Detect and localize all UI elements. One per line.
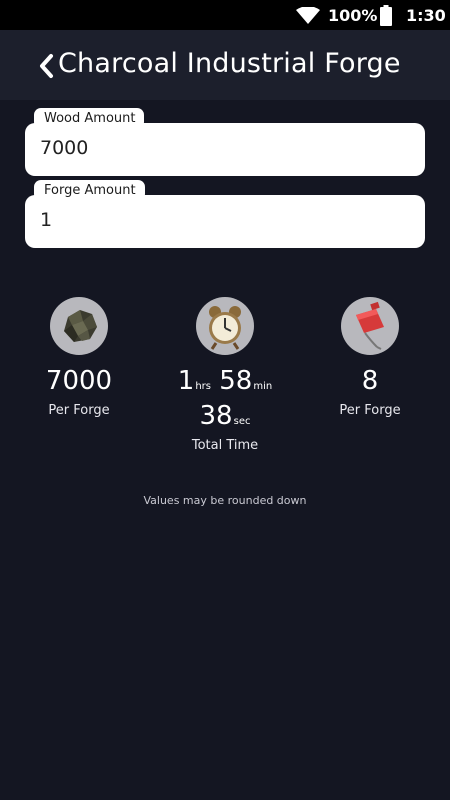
forge-amount-field[interactable]: Forge Amount — [25, 180, 425, 248]
charcoal-value: 7000 — [45, 366, 113, 396]
rounding-footnote: Values may be rounded down — [143, 494, 307, 507]
forge-amount-input[interactable] — [40, 209, 400, 231]
page-title: Charcoal Industrial Forge — [58, 48, 401, 79]
time-minutes-unit: min — [253, 381, 273, 392]
alarm-clock-icon — [196, 297, 254, 355]
forge-amount-label: Forge Amount — [34, 180, 145, 201]
fuel-result: 8 Per Forge — [300, 297, 440, 418]
status-clock: 1:30 — [406, 6, 446, 25]
fuel-can-icon — [341, 297, 399, 355]
wood-amount-input[interactable] — [40, 137, 400, 159]
battery-icon — [380, 5, 392, 30]
status-bar: 100% 1:30 — [0, 0, 450, 30]
time-hours-unit: hrs — [195, 381, 211, 392]
time-seconds-line: 38sec — [155, 399, 295, 433]
fuel-value: 8 — [361, 366, 379, 396]
wood-amount-label: Wood Amount — [34, 108, 145, 129]
fuel-caption: Per Forge — [339, 403, 401, 418]
charcoal-caption: Per Forge — [48, 403, 110, 418]
battery-percent: 100% — [328, 6, 378, 25]
wifi-icon — [296, 6, 320, 28]
time-seconds: 38 — [199, 401, 233, 431]
time-seconds-unit: sec — [233, 416, 251, 427]
back-arrow-icon[interactable] — [36, 52, 58, 80]
app-bar: Charcoal Industrial Forge — [0, 30, 450, 100]
charcoal-icon — [50, 297, 108, 355]
wood-amount-field[interactable]: Wood Amount — [25, 108, 425, 176]
time-result: 1hrs 58min 38sec Total Time — [155, 297, 295, 453]
time-caption: Total Time — [191, 438, 259, 453]
time-hours: 1 — [177, 366, 195, 396]
time-minutes: 58 — [219, 366, 253, 396]
time-hours-minutes: 1hrs 58min — [155, 365, 295, 397]
charcoal-result: 7000 Per Forge — [9, 297, 149, 418]
